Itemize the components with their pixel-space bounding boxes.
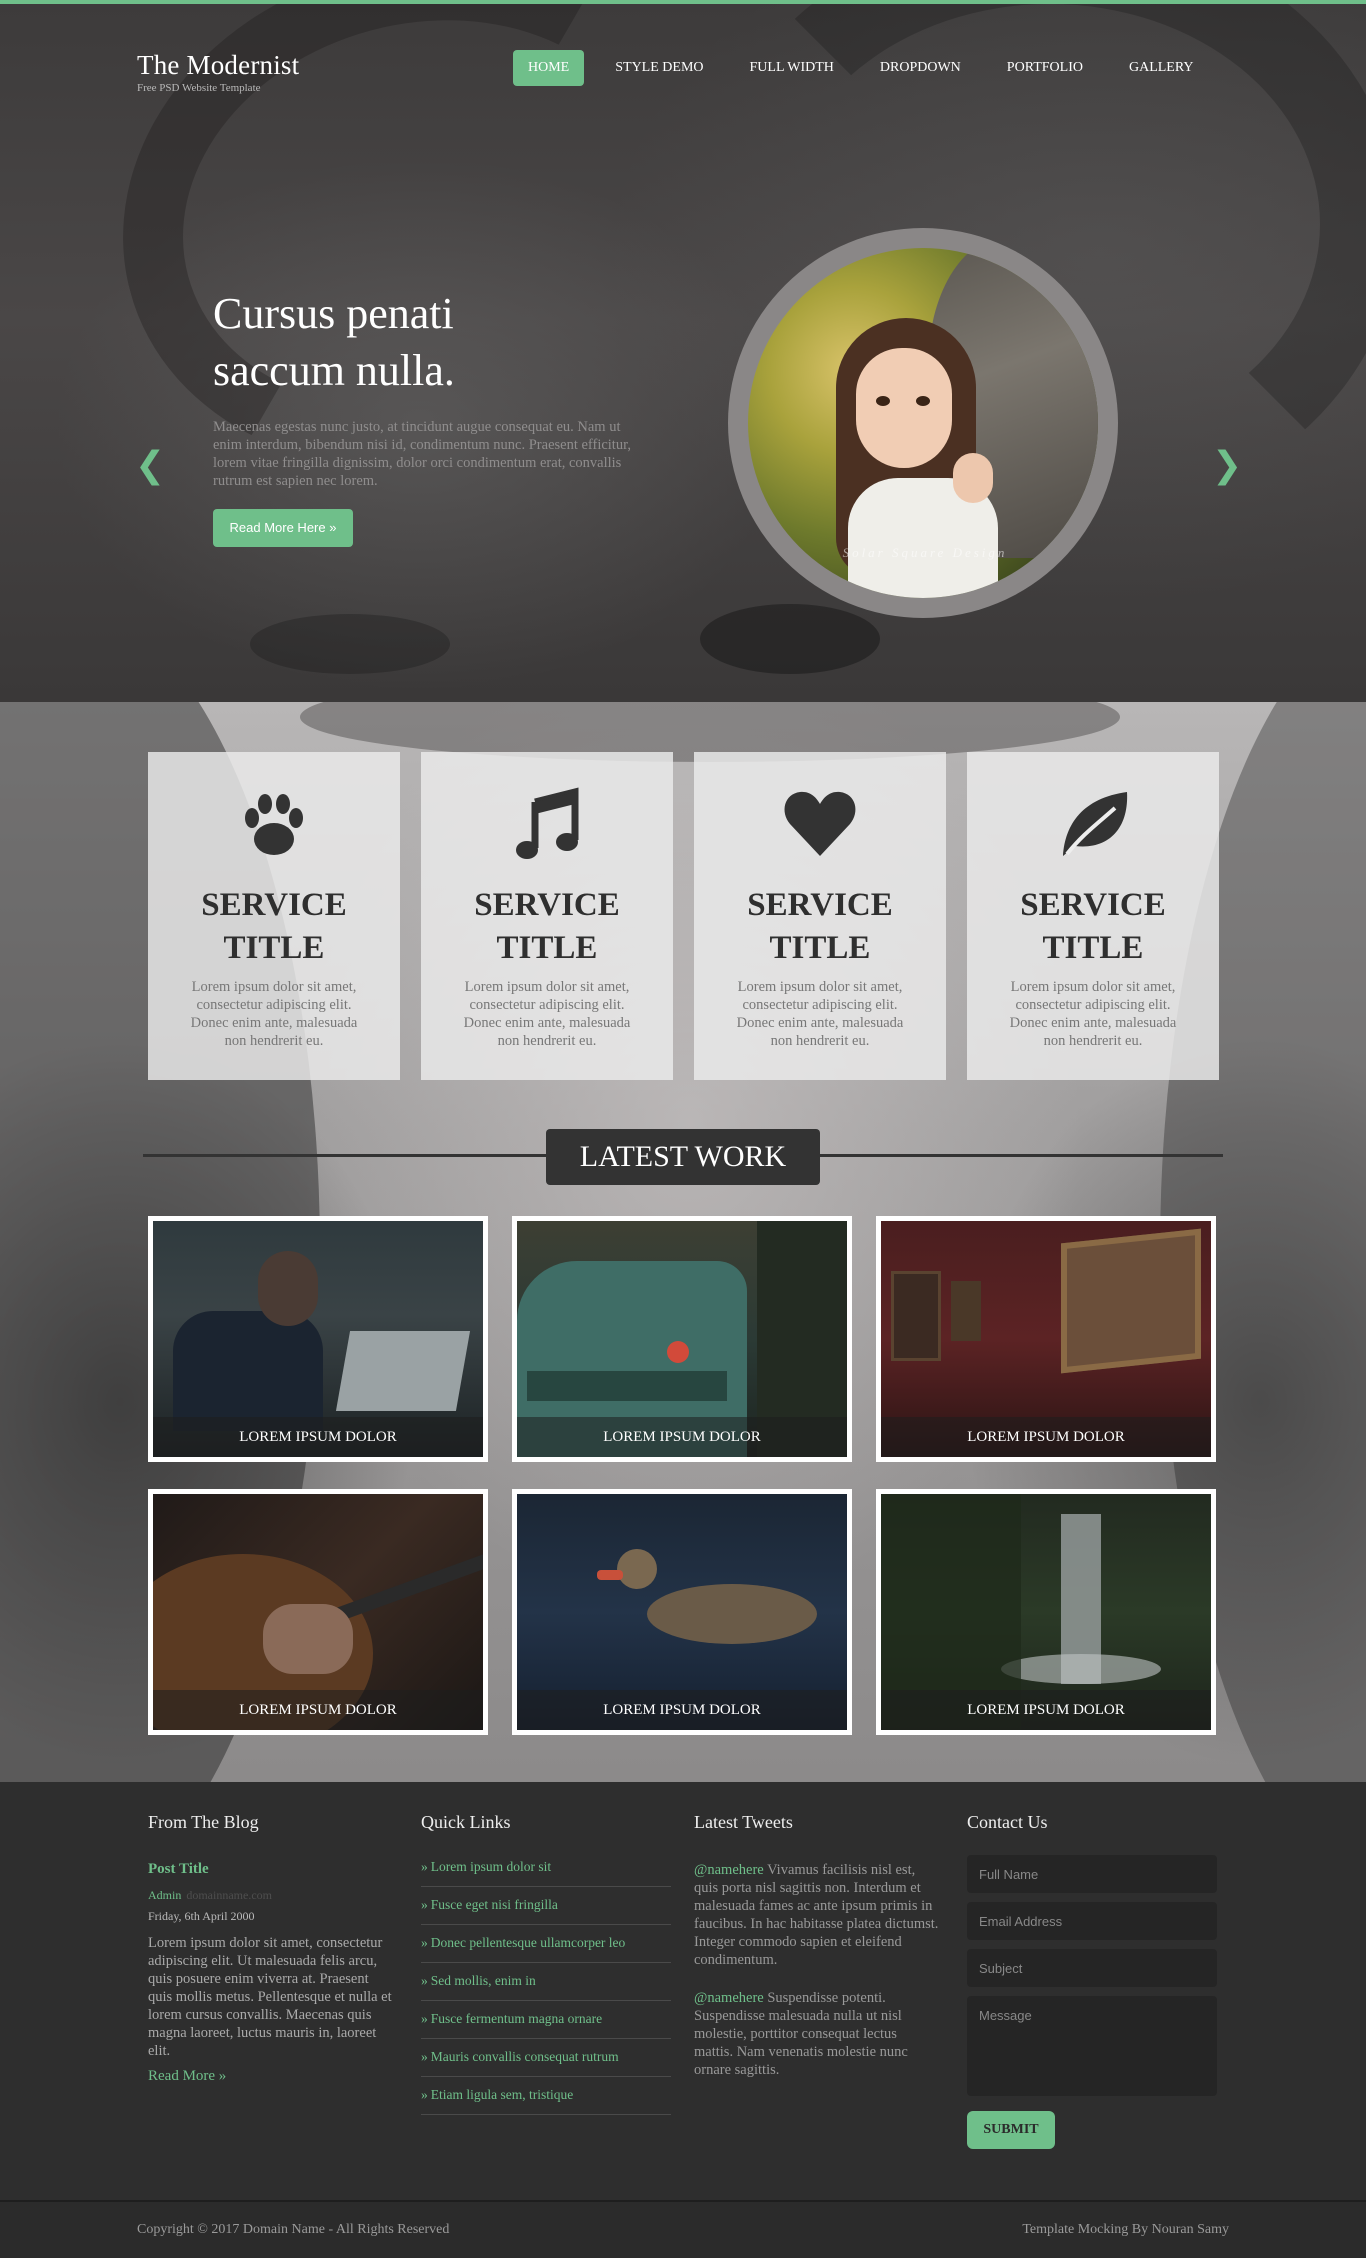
- quick-link[interactable]: » Sed mollis, enim in: [421, 1963, 671, 2001]
- quick-link[interactable]: » Donec pellentesque ullamcorper leo: [421, 1925, 671, 1963]
- leaf-icon: [1063, 792, 1128, 856]
- portfolio-image: LOREM IPSUM DOLOR: [153, 1494, 483, 1730]
- service-title: SERVICE TITLE: [1020, 887, 1166, 966]
- footer-heading: From The Blog: [148, 1812, 259, 1832]
- hero-background-shape: [700, 604, 880, 674]
- brand-name: The Modernist: [137, 50, 300, 80]
- main-nav: HOME STYLE DEMO FULL WIDTH DROPDOWN PORT…: [513, 50, 1225, 86]
- portfolio-image: LOREM IPSUM DOLOR: [153, 1221, 483, 1457]
- quick-link[interactable]: » Mauris convallis consequat rutrum: [421, 2039, 671, 2077]
- service-card[interactable]: SERVICE TITLE Lorem ipsum dolor sit amet,…: [148, 752, 400, 1080]
- footer-heading: Contact Us: [967, 1812, 1048, 1832]
- heart-icon: [784, 791, 856, 856]
- service-card[interactable]: SERVICE TITLE Lorem ipsum dolor sit amet,…: [694, 752, 946, 1080]
- hero-background-shape: [250, 614, 450, 674]
- divider: [820, 1154, 1223, 1157]
- blog-post-meta: Admin domainname.com: [148, 1888, 388, 1903]
- credit-text: Template Mocking By Nouran Samy: [1022, 2222, 1229, 2237]
- email-field[interactable]: [967, 1902, 1217, 1940]
- blog-post-title[interactable]: Post Title: [148, 1861, 388, 1878]
- latest-work-heading: LATEST WORK: [546, 1129, 820, 1185]
- tweet-handle[interactable]: @namehere: [694, 1990, 764, 2006]
- footer-tweets: Latest Tweets @namehere Vivamus facilisi…: [694, 1812, 938, 2099]
- divider: [143, 1154, 546, 1157]
- portfolio-item[interactable]: LOREM IPSUM DOLOR: [148, 1216, 488, 1462]
- service-title: SERVICE TITLE: [474, 887, 620, 966]
- tweet: @namehere Vivamus facilisis nisl est, qu…: [694, 1861, 939, 1969]
- footer-heading: Latest Tweets: [694, 1812, 793, 1832]
- nav-full-width[interactable]: FULL WIDTH: [735, 50, 849, 86]
- portfolio-image: LOREM IPSUM DOLOR: [517, 1494, 847, 1730]
- slider-title-line: Cursus penati: [213, 289, 454, 338]
- quick-link[interactable]: » Fusce fermentum magna ornare: [421, 2001, 671, 2039]
- service-text: Lorem ipsum dolor sit amet, consectetur …: [1009, 979, 1177, 1049]
- portfolio-caption: LOREM IPSUM DOLOR: [881, 1690, 1211, 1730]
- image-watermark: Solar Square Design: [842, 545, 1008, 560]
- portfolio-item[interactable]: LOREM IPSUM DOLOR: [876, 1216, 1216, 1462]
- service-text: Lorem ipsum dolor sit amet, consectetur …: [463, 979, 631, 1049]
- slider-text: Maecenas egestas nunc justo, at tincidun…: [213, 419, 631, 489]
- nav-home[interactable]: HOME: [513, 50, 585, 86]
- copyright-text: Copyright © 2017 Domain Name - All Right…: [137, 2222, 450, 2237]
- service-title: SERVICE TITLE: [201, 887, 347, 966]
- portfolio-image: LOREM IPSUM DOLOR: [881, 1221, 1211, 1457]
- quick-link[interactable]: » Lorem ipsum dolor sit: [421, 1849, 671, 1887]
- chevron-left-icon[interactable]: ❮: [135, 445, 165, 486]
- blog-post-date: Friday, 6th April 2000: [148, 1909, 255, 1923]
- portfolio-item[interactable]: LOREM IPSUM DOLOR: [512, 1216, 852, 1462]
- portfolio-item[interactable]: LOREM IPSUM DOLOR: [512, 1489, 852, 1735]
- blog-read-more-link[interactable]: Read More »: [148, 2068, 388, 2085]
- footer-quick-links: Quick Links » Lorem ipsum dolor sit » Fusc…: [421, 1812, 671, 2115]
- footer: From The Blog Post Title Admin domainnam…: [0, 1782, 1366, 2200]
- portfolio-image: LOREM IPSUM DOLOR: [881, 1494, 1211, 1730]
- portfolio-item[interactable]: LOREM IPSUM DOLOR: [148, 1489, 488, 1735]
- footer-blog: From The Blog Post Title Admin domainnam…: [148, 1812, 392, 2085]
- portfolio-caption: LOREM IPSUM DOLOR: [153, 1690, 483, 1730]
- nav-dropdown[interactable]: DROPDOWN: [865, 50, 976, 86]
- service-card[interactable]: SERVICE TITLE Lorem ipsum dolor sit amet,…: [967, 752, 1219, 1080]
- quick-link[interactable]: » Fusce eget nisi fringilla: [421, 1887, 671, 1925]
- site-logo[interactable]: The Modernist Free PSD Website Template: [137, 50, 299, 94]
- portfolio-caption: LOREM IPSUM DOLOR: [881, 1417, 1211, 1457]
- blog-post-author[interactable]: Admin: [148, 1888, 181, 1902]
- read-more-here-button[interactable]: Read More Here »: [213, 509, 353, 547]
- slider-title: Cursus penati saccum nulla.: [213, 285, 633, 399]
- portfolio-caption: LOREM IPSUM DOLOR: [517, 1690, 847, 1730]
- nav-portfolio[interactable]: PORTFOLIO: [992, 50, 1098, 86]
- service-card[interactable]: SERVICE TITLE Lorem ipsum dolor sit amet,…: [421, 752, 673, 1080]
- chevron-right-icon[interactable]: ❯: [1212, 445, 1242, 486]
- tweet: @namehere Suspendisse potenti. Suspendis…: [694, 1989, 939, 2079]
- tweet-handle[interactable]: @namehere: [694, 1862, 764, 1878]
- brand-tagline: Free PSD Website Template: [137, 82, 261, 94]
- paw-icon: [245, 794, 303, 855]
- hero-section: [0, 4, 1366, 702]
- service-title: SERVICE TITLE: [747, 887, 893, 966]
- service-text: Lorem ipsum dolor sit amet, consectetur …: [736, 979, 904, 1049]
- nav-gallery[interactable]: GALLERY: [1114, 50, 1209, 86]
- service-text: Lorem ipsum dolor sit amet, consectetur …: [190, 979, 358, 1049]
- music-note-icon: [516, 787, 579, 859]
- submit-button[interactable]: SUBMIT: [967, 2111, 1055, 2149]
- blog-post-excerpt: Lorem ipsum dolor sit amet, consectetur …: [148, 1935, 392, 2059]
- quick-link[interactable]: » Etiam ligula sem, tristique: [421, 2077, 671, 2115]
- footer-heading: Quick Links: [421, 1812, 511, 1832]
- nav-style-demo[interactable]: STYLE DEMO: [600, 50, 718, 86]
- subject-field[interactable]: [967, 1949, 1217, 1987]
- portfolio-item[interactable]: LOREM IPSUM DOLOR: [876, 1489, 1216, 1735]
- full-name-field[interactable]: [967, 1855, 1217, 1893]
- portfolio-image: LOREM IPSUM DOLOR: [517, 1221, 847, 1457]
- bottom-bar: Copyright © 2017 Domain Name - All Right…: [0, 2200, 1366, 2258]
- portfolio-caption: LOREM IPSUM DOLOR: [153, 1417, 483, 1457]
- message-field[interactable]: [967, 1996, 1217, 2096]
- blog-post-domain[interactable]: domainname.com: [186, 1888, 272, 1902]
- footer-contact: Contact Us SUBMIT: [967, 1812, 1217, 2149]
- portfolio-caption: LOREM IPSUM DOLOR: [517, 1417, 847, 1457]
- slider-title-line: saccum nulla.: [213, 346, 455, 395]
